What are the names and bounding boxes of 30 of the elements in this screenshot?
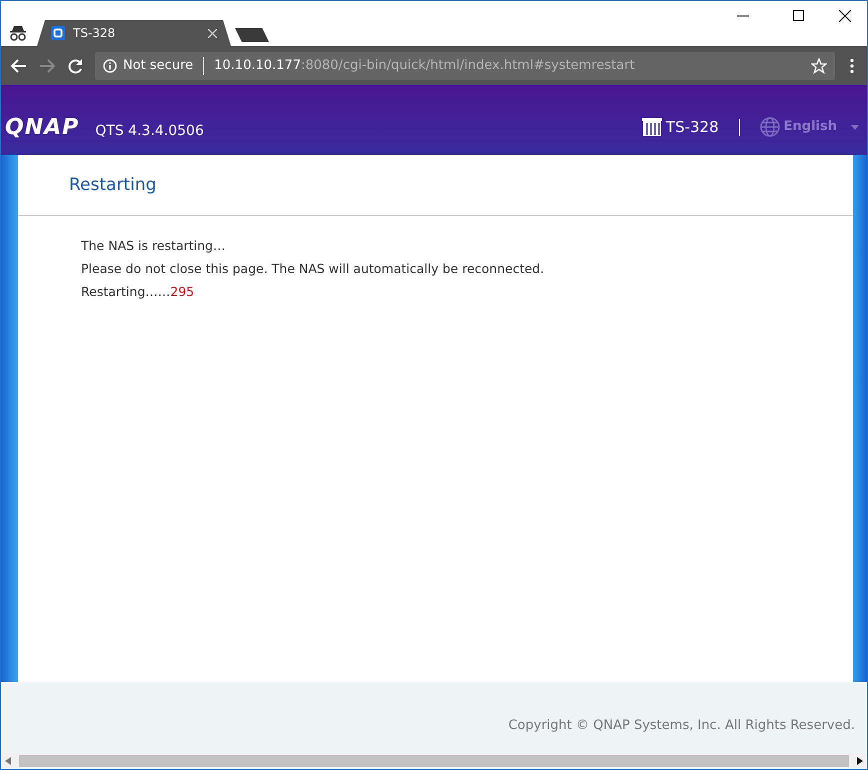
- language-dropdown[interactable]: English: [760, 117, 859, 137]
- device-name: TS-328: [666, 116, 719, 138]
- close-icon[interactable]: [839, 10, 851, 22]
- server-icon: [642, 118, 662, 136]
- address-bar[interactable]: Not secure 10.10.10.177:8080/cgi-bin/quick/html/index.html#systemrestart: [95, 52, 835, 80]
- info-icon: [103, 58, 117, 72]
- maximize-icon[interactable]: [793, 10, 805, 22]
- scroll-right-icon[interactable]: [857, 757, 863, 765]
- back-icon[interactable]: [9, 58, 27, 74]
- message-text: Please do not close this page. The NAS will automatically be reconnected.: [81, 260, 546, 278]
- favicon-icon: [51, 26, 65, 40]
- menu-icon[interactable]: [849, 58, 855, 74]
- version-text: QTS 4.3.4.0506: [95, 122, 205, 140]
- countdown-text: 295: [170, 283, 194, 301]
- browser-tab[interactable]: TS-328: [37, 20, 231, 46]
- globe-icon: [760, 117, 780, 137]
- star-icon[interactable]: [811, 58, 827, 74]
- status-text: Restarting……: [81, 283, 170, 301]
- new-tab-button[interactable]: [235, 28, 269, 42]
- scrollbar-thumb[interactable]: [19, 755, 849, 767]
- caret-icon: [851, 124, 859, 130]
- message-text: The NAS is restarting…: [81, 237, 226, 255]
- reload-icon[interactable]: [67, 58, 85, 74]
- logo: QNAP: [5, 114, 80, 142]
- security-label: Not secure: [123, 56, 194, 75]
- copyright-text: Copyright © QNAP Systems, Inc. All Rights Reserved.: [508, 717, 855, 735]
- forward-icon: [39, 58, 57, 74]
- dialog-title: Restarting: [18, 155, 853, 216]
- url-text: 10.10.10.177:8080/cgi-bin/quick/html/index.html#systemrestart: [214, 56, 636, 75]
- scroll-left-icon[interactable]: [5, 757, 11, 765]
